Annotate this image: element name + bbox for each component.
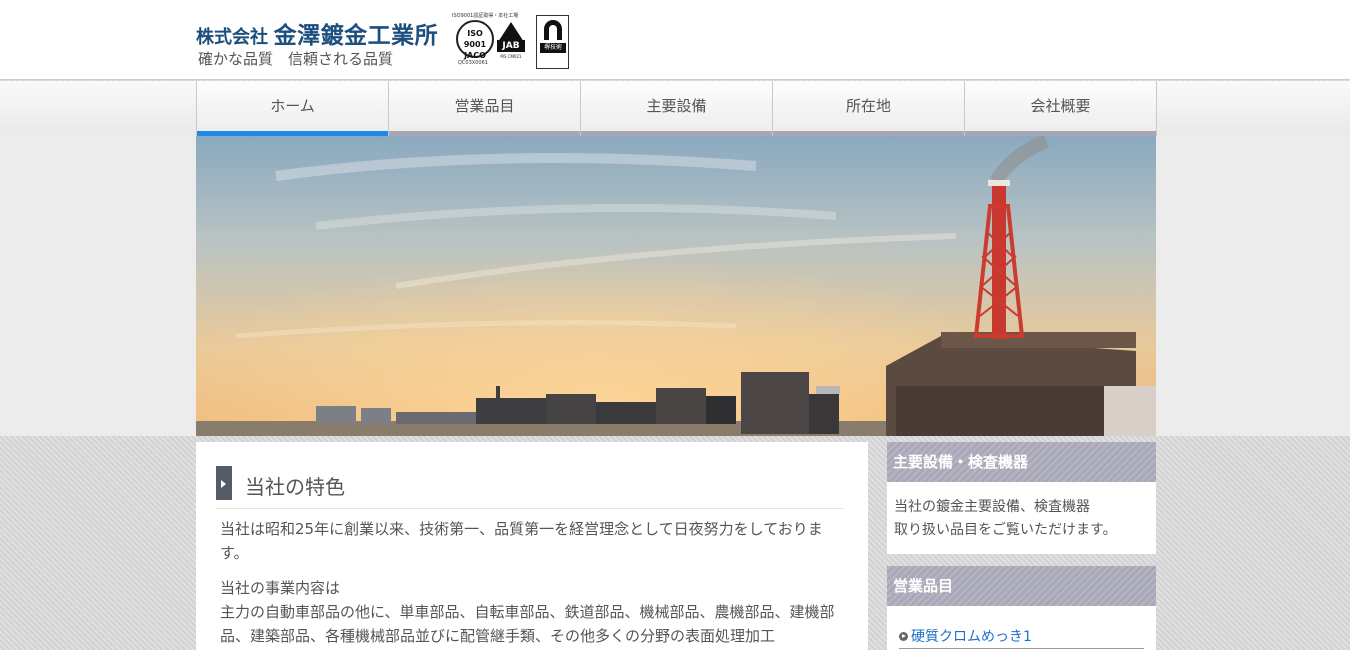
- business-paragraph: 当社の事業内容は 主力の自動車部品の他に、単車部品、自転車部品、鉄道部品、機械部…: [220, 576, 848, 648]
- technology-cert-label: 堺技術: [540, 43, 566, 53]
- jab-cert-badge: JAB MS CM021: [496, 22, 526, 68]
- iso-cert-mark: ISO 9001 JACO: [456, 20, 494, 60]
- heading-arrow-icon: [221, 480, 226, 488]
- nav-item-products[interactable]: 営業品目: [388, 81, 580, 136]
- technology-cert-badge: 堺技術: [536, 15, 569, 69]
- iso-cert-code: QC03X0061: [458, 60, 488, 66]
- company-name: 株式会社 金澤鍍金工業所: [196, 16, 438, 50]
- sidebar-products-box: 営業品目 硬質クロムめっき1: [887, 566, 1156, 650]
- sidebar-link-label: 硬質クロムめっき1: [911, 629, 1032, 645]
- factory-sunset-illustration: [196, 136, 1156, 436]
- nav-label: 会社概要: [1030, 97, 1091, 115]
- nav-item-equipment[interactable]: 主要設備: [580, 81, 772, 136]
- nav-item-company[interactable]: 会社概要: [964, 81, 1157, 136]
- page-title: 当社の特色: [245, 475, 345, 499]
- site-logo[interactable]: 株式会社 金澤鍍金工業所 確かな品質 信頼される品質 ISO9001認証取得・本…: [196, 12, 576, 72]
- section-heading: 当社の特色: [216, 466, 844, 509]
- jab-label: JAB: [497, 40, 525, 52]
- arrow-circle-icon: [899, 632, 908, 641]
- main-content: 当社の特色 当社は昭和25年に創業以来、技術第一、品質第一を経営理念として日夜努…: [196, 442, 868, 650]
- sidebar-equipment-title[interactable]: 主要設備・検査機器: [887, 442, 1156, 482]
- company-name-main: 金澤鍍金工業所: [273, 23, 439, 49]
- main-nav: ホーム 営業品目 主要設備 所在地 会社概要: [196, 81, 1157, 136]
- intro-paragraph: 当社は昭和25年に創業以来、技術第一、品質第一を経営理念として日夜努力をしており…: [220, 520, 823, 562]
- site-header: 株式会社 金澤鍍金工業所 確かな品質 信頼される品質 ISO9001認証取得・本…: [0, 0, 1350, 80]
- hero-image: [196, 136, 1156, 436]
- nav-label: 主要設備: [646, 97, 707, 115]
- nav-label: 営業品目: [454, 97, 515, 115]
- arch-icon: [544, 20, 562, 40]
- company-prefix: 株式会社: [196, 27, 268, 48]
- nav-label: ホーム: [270, 97, 315, 115]
- sidebar-products-title[interactable]: 営業品目: [887, 566, 1156, 606]
- nav-item-home[interactable]: ホーム: [196, 81, 388, 136]
- sidebar-link-hard-chrome[interactable]: 硬質クロムめっき1: [899, 626, 1144, 649]
- sidebar-equipment-body: 当社の鍍金主要設備、検査機器 取り扱い品目をご覧いただけます。: [887, 482, 1156, 542]
- sidebar-equipment-line1: 当社の鍍金主要設備、検査機器: [894, 499, 1090, 515]
- iso-cert-badge: ISO9001認証取得・本社工場 ISO 9001 JACO QC03X0061: [452, 12, 518, 68]
- sidebar-equipment-box[interactable]: 主要設備・検査機器 当社の鍍金主要設備、検査機器 取り扱い品目をご覧いただけます…: [887, 442, 1156, 554]
- nav-label: 所在地: [845, 97, 891, 115]
- business-intro: 当社の事業内容は: [220, 579, 341, 597]
- iso-cert-caption: ISO9001認証取得・本社工場: [452, 13, 519, 19]
- company-tagline: 確かな品質 信頼される品質: [198, 50, 394, 68]
- business-detail: 主力の自動車部品の他に、単車部品、自転車部品、鉄道部品、機械部品、農機部品、建機…: [220, 603, 835, 645]
- heading-marker-icon: [216, 466, 232, 500]
- sidebar-equipment-line2: 取り扱い品目をご覧いただけます。: [894, 522, 1117, 538]
- jab-sub: MS CM021: [500, 54, 522, 59]
- nav-item-location[interactable]: 所在地: [772, 81, 964, 136]
- jab-triangle-icon: [498, 22, 524, 42]
